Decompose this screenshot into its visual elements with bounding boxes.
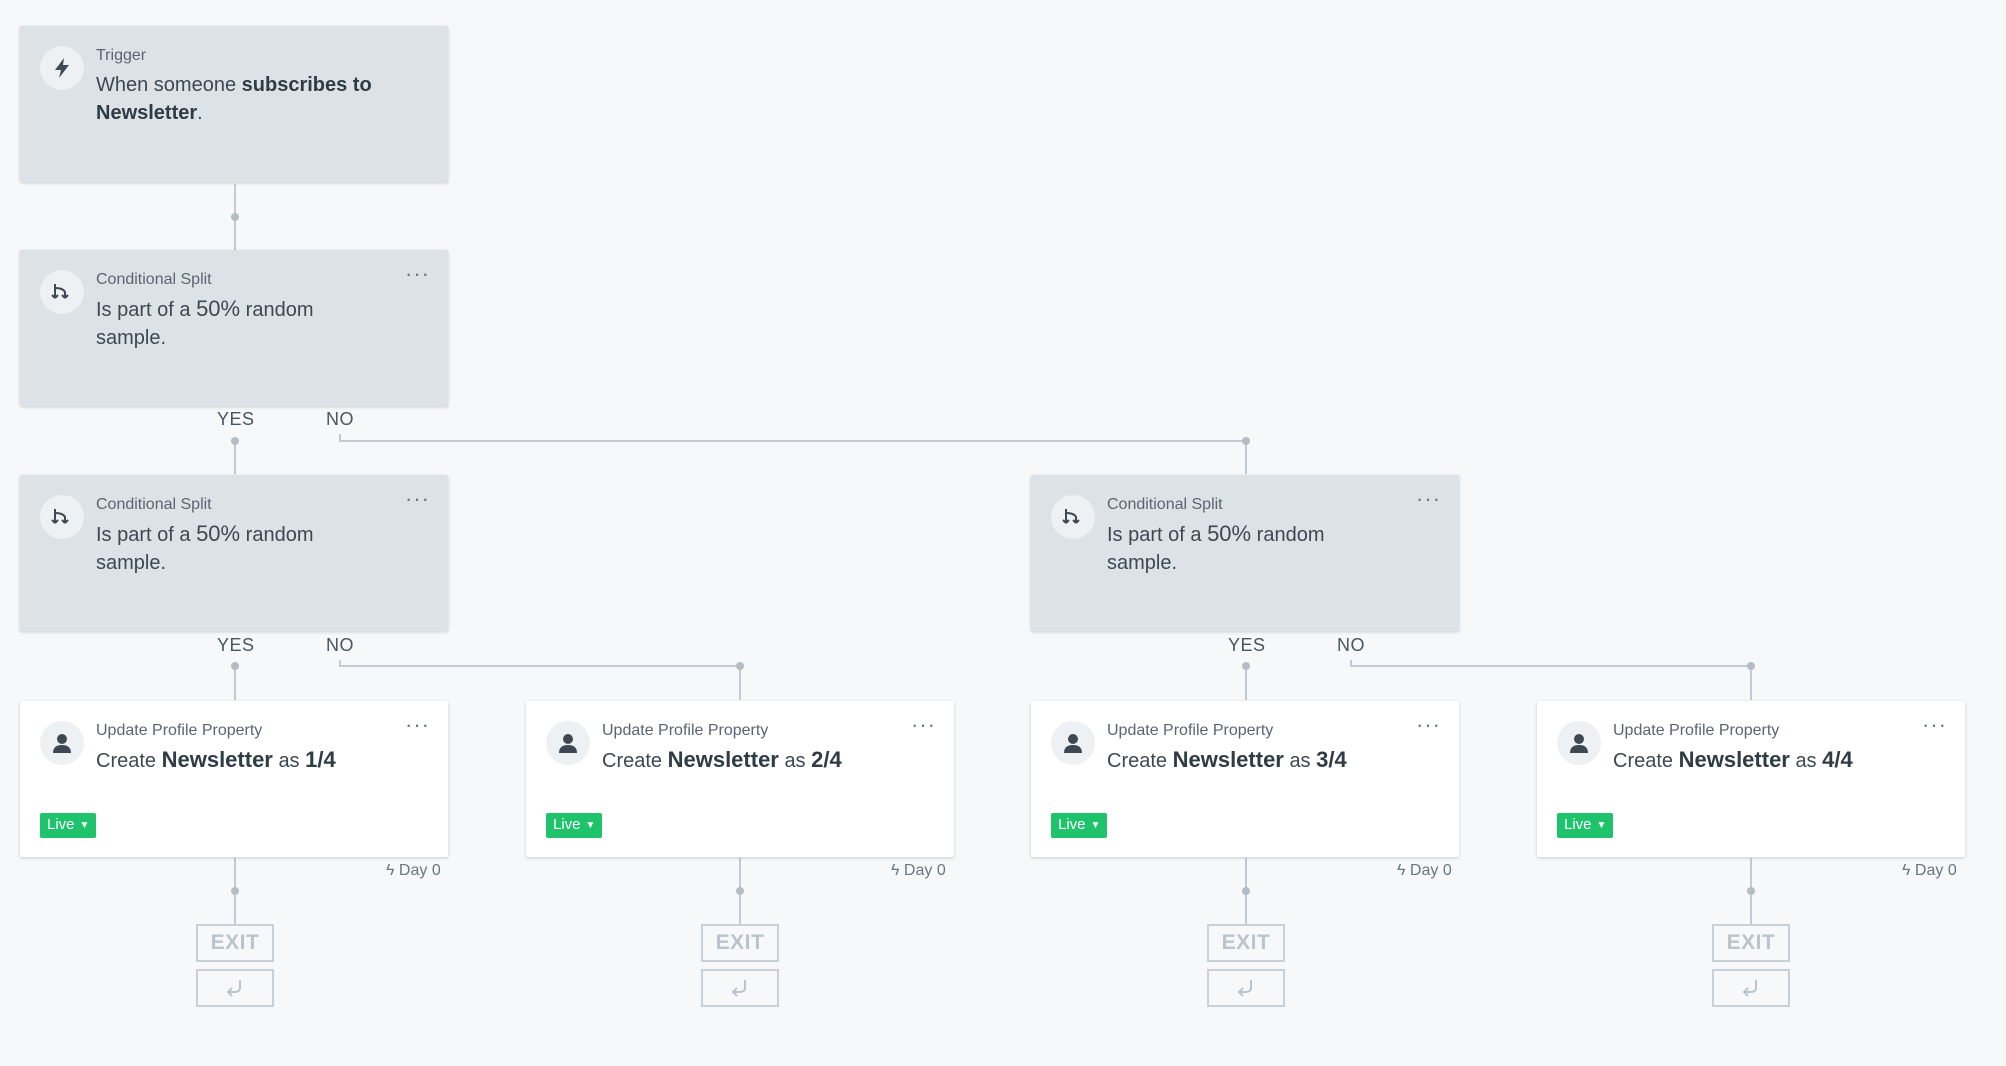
node-type-label: Conditional Split <box>1107 496 1223 513</box>
delay-label: ϟ Day 0 <box>386 862 441 879</box>
caret-down-icon: ▼ <box>1596 820 1607 831</box>
lightning-icon <box>40 46 84 90</box>
split-icon <box>40 495 84 539</box>
exit-node[interactable]: EXIT <box>196 924 274 962</box>
update-profile-node[interactable]: Update Profile Property ··· Create Newsl… <box>1537 701 1965 857</box>
more-options-icon[interactable]: ··· <box>405 714 430 736</box>
lightning-icon: ϟ <box>1397 862 1406 879</box>
live-status-dropdown[interactable]: Live ▼ <box>40 813 97 838</box>
person-icon <box>40 721 84 765</box>
more-options-icon[interactable]: ··· <box>1416 488 1441 510</box>
update-description: Create Newsletter as 2/4 <box>602 747 842 772</box>
lightning-icon: ϟ <box>386 862 395 879</box>
conditional-split-node[interactable]: Conditional Split ··· Is part of a 50% r… <box>20 250 448 406</box>
person-icon <box>1051 721 1095 765</box>
reentry-arrow-icon <box>1237 980 1252 997</box>
trigger-description: When someone subscribes to Newsletter. <box>96 74 372 124</box>
lightning-icon: ϟ <box>1902 862 1911 879</box>
reentry-arrow-icon <box>226 980 241 997</box>
branch-no-label: NO <box>1337 635 1365 655</box>
more-options-icon[interactable]: ··· <box>405 488 430 510</box>
reentry-node[interactable] <box>196 969 274 1007</box>
reentry-node[interactable] <box>701 969 779 1007</box>
more-options-icon[interactable]: ··· <box>1416 714 1441 736</box>
split-description: Is part of a 50% random sample. <box>96 521 314 574</box>
trigger-node[interactable]: Trigger When someone subscribes to Newsl… <box>20 26 448 182</box>
exit-node[interactable]: EXIT <box>701 924 779 962</box>
node-type-label: Conditional Split <box>96 496 212 513</box>
node-type-label: Conditional Split <box>96 271 212 288</box>
reentry-arrow-icon <box>1742 980 1757 997</box>
exit-node[interactable]: EXIT <box>1207 924 1285 962</box>
live-status-dropdown[interactable]: Live ▼ <box>1557 813 1614 838</box>
exit-node[interactable]: EXIT <box>1712 924 1790 962</box>
split-description: Is part of a 50% random sample. <box>1107 521 1325 574</box>
node-type-label: Update Profile Property <box>96 722 263 739</box>
branch-no-label: NO <box>326 635 354 655</box>
live-status-dropdown[interactable]: Live ▼ <box>1051 813 1108 838</box>
split-description: Is part of a 50% random sample. <box>96 296 314 349</box>
conditional-split-node[interactable]: Conditional Split ··· Is part of a 50% r… <box>20 475 448 631</box>
reentry-node[interactable] <box>1712 969 1790 1007</box>
caret-down-icon: ▼ <box>1090 820 1101 831</box>
update-profile-node[interactable]: Update Profile Property ··· Create Newsl… <box>1031 701 1459 857</box>
node-type-label: Update Profile Property <box>602 722 769 739</box>
lightning-icon: ϟ <box>891 862 900 879</box>
person-icon <box>1557 721 1601 765</box>
live-status-dropdown[interactable]: Live ▼ <box>546 813 603 838</box>
node-type-label: Update Profile Property <box>1107 722 1274 739</box>
branch-no-label: NO <box>326 409 354 429</box>
update-description: Create Newsletter as 4/4 <box>1613 747 1853 772</box>
caret-down-icon: ▼ <box>585 820 596 831</box>
more-options-icon[interactable]: ··· <box>1922 714 1947 736</box>
delay-label: ϟ Day 0 <box>1397 862 1452 879</box>
caret-down-icon: ▼ <box>79 820 90 831</box>
split-icon <box>1051 495 1095 539</box>
node-type-label: Trigger <box>96 47 147 64</box>
split-icon <box>40 270 84 314</box>
reentry-arrow-icon <box>731 980 746 997</box>
reentry-node[interactable] <box>1207 969 1285 1007</box>
update-description: Create Newsletter as 1/4 <box>96 747 336 772</box>
more-options-icon[interactable]: ··· <box>405 263 430 285</box>
branch-yes-label: YES <box>217 635 255 655</box>
delay-label: ϟ Day 0 <box>891 862 946 879</box>
branch-yes-label: YES <box>217 409 255 429</box>
person-icon <box>546 721 590 765</box>
update-profile-node[interactable]: Update Profile Property ··· Create Newsl… <box>526 701 954 857</box>
node-type-label: Update Profile Property <box>1613 722 1780 739</box>
branch-yes-label: YES <box>1228 635 1266 655</box>
more-options-icon[interactable]: ··· <box>911 714 936 736</box>
delay-label: ϟ Day 0 <box>1902 862 1957 879</box>
conditional-split-node[interactable]: Conditional Split ··· Is part of a 50% r… <box>1031 475 1459 631</box>
update-description: Create Newsletter as 3/4 <box>1107 747 1347 772</box>
update-profile-node[interactable]: Update Profile Property ··· Create Newsl… <box>20 701 448 857</box>
